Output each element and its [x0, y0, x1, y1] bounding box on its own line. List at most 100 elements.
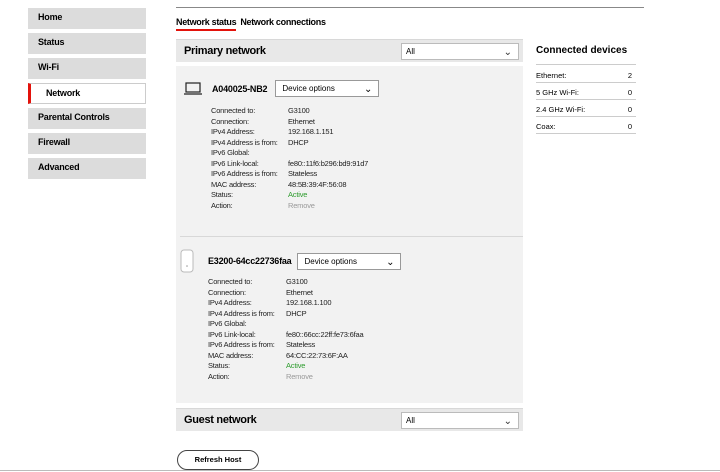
detail-value: Stateless — [286, 340, 316, 349]
detail-label: Connected to: — [208, 277, 253, 286]
connected-count-row: 2.4 GHz Wi-Fi: 0 — [536, 105, 632, 114]
device-name: E3200-64cc22736faa — [208, 256, 292, 266]
status-active: Active — [288, 190, 308, 199]
detail-label: Connection: — [208, 287, 246, 297]
guest-network-title: Guest network — [184, 414, 257, 426]
detail-label: IPv6 Link-local: — [208, 329, 256, 339]
count-label: Ethernet: — [536, 71, 567, 80]
detail-label: IPv4 Address is from: — [208, 308, 275, 318]
row-divider — [536, 116, 636, 117]
sidebar-item-advanced[interactable]: Advanced — [28, 158, 146, 179]
row-divider — [536, 82, 636, 83]
detail-label: IPv6 Global: — [211, 148, 250, 157]
device-options-select[interactable]: Device options ⌄ — [297, 252, 402, 270]
sidebar-item-network[interactable]: Network — [28, 83, 146, 104]
count-label: 5 GHz Wi-Fi: — [536, 88, 579, 97]
detail-label: Connection: — [211, 116, 249, 126]
primary-filter-value: All — [406, 47, 415, 56]
detail-label: Connected to: — [211, 106, 256, 115]
detail-value: DHCP — [286, 308, 307, 318]
device-options-label: Device options — [282, 84, 335, 93]
chevron-down-icon: ⌄ — [363, 84, 373, 95]
sidebar-item-firewall[interactable]: Firewall — [28, 133, 146, 154]
detail-row: MAC address: 48:5B:39:4F:56:08 — [211, 180, 368, 191]
count-value: 2 — [627, 71, 632, 80]
detail-row: IPv6 Global: — [208, 319, 363, 330]
detail-label: MAC address: — [208, 350, 254, 360]
primary-network-filter-select[interactable]: All ⌄ — [401, 43, 519, 60]
sidebar-nav: Home Status Wi-Fi Network Parental Contr… — [28, 8, 146, 181]
row-divider — [536, 133, 636, 134]
remove-link[interactable]: Remove — [286, 372, 313, 383]
device-options-label: Device options — [304, 256, 357, 266]
connected-devices-title: Connected devices — [536, 45, 628, 56]
laptop-icon — [184, 81, 202, 97]
detail-row: Status: Active — [208, 361, 363, 372]
detail-label: Action: — [211, 200, 233, 210]
sidebar-item-wifi[interactable]: Wi-Fi — [28, 58, 146, 79]
detail-label: IPv6 Global: — [208, 319, 247, 328]
primary-network-title: Primary network — [184, 45, 266, 57]
detail-label: IPv4 Address: — [208, 298, 252, 307]
detail-value: Ethernet — [286, 287, 313, 297]
detail-row: Connected to: G3100 — [208, 277, 363, 288]
detail-value: 192.168.1.151 — [288, 127, 334, 136]
device-name: A040025-NB2 — [212, 83, 268, 94]
connected-devices-divider — [536, 64, 636, 65]
connected-count-row: Ethernet: 2 — [536, 71, 632, 80]
guest-network-header: Guest network All ⌄ — [176, 408, 523, 431]
count-value: 0 — [627, 122, 632, 131]
detail-label: Status: — [208, 361, 230, 370]
chevron-down-icon: ⌄ — [503, 47, 512, 58]
device-header: E3200-64cc22736faa Device options ⌄ — [180, 249, 402, 273]
primary-network-header: Primary network All ⌄ — [176, 39, 523, 62]
detail-label: MAC address: — [211, 179, 257, 189]
detail-row: IPv6 Address is from: Stateless — [208, 340, 363, 351]
detail-row: IPv6 Address is from: Stateless — [211, 169, 368, 180]
sidebar-item-parental-controls[interactable]: Parental Controls — [28, 108, 146, 129]
connected-count-row: 5 GHz Wi-Fi: 0 — [536, 88, 632, 97]
device-details: Connected to: G3100 Connection: Ethernet I… — [208, 277, 364, 383]
detail-value: G3100 — [286, 277, 308, 286]
detail-row: IPv4 Address: 192.168.1.100 — [208, 298, 363, 309]
chevron-down-icon: ⌄ — [503, 416, 512, 427]
sidebar-item-home[interactable]: Home — [28, 8, 146, 29]
remove-link[interactable]: Remove — [288, 201, 315, 212]
detail-row: Status: Active — [211, 190, 368, 201]
detail-row: Connection: Ethernet — [208, 288, 363, 299]
detail-label: IPv6 Link-local: — [211, 158, 259, 168]
detail-value: G3100 — [288, 106, 310, 115]
count-value: 0 — [627, 105, 632, 114]
tab-network-status[interactable]: Network status — [176, 17, 237, 31]
device-header: A040025-NB2 Device options ⌄ — [184, 80, 380, 97]
detail-value: 48:5B:39:4F:56:08 — [288, 179, 347, 189]
guest-network-filter-select[interactable]: All ⌄ — [401, 412, 519, 429]
refresh-host-button[interactable]: Refresh Host — [177, 450, 259, 470]
detail-row: IPv4 Address is from: DHCP — [208, 309, 363, 320]
detail-row: Connection: Ethernet — [211, 117, 368, 128]
row-divider — [536, 99, 636, 100]
detail-label: IPv6 Address is from: — [211, 169, 278, 178]
detail-row: IPv4 Address: 192.168.1.151 — [211, 127, 368, 138]
detail-row: IPv6 Link-local: fe80::11f6:b296:bd9:91d7 — [211, 159, 368, 170]
detail-label: IPv6 Address is from: — [208, 340, 275, 349]
device-options-select[interactable]: Device options ⌄ — [275, 80, 380, 97]
detail-label: Action: — [208, 371, 230, 381]
guest-filter-value: All — [406, 416, 415, 425]
top-divider — [176, 7, 644, 8]
sidebar-item-status[interactable]: Status — [28, 33, 146, 54]
device-divider — [180, 236, 523, 237]
detail-row: Action: Remove — [208, 372, 363, 383]
tab-network-connections[interactable]: Network connections — [240, 17, 326, 31]
detail-row: IPv6 Link-local: fe80::66cc:22ff:fe73:6fa… — [208, 329, 364, 341]
count-label: 2.4 GHz Wi-Fi: — [536, 105, 586, 114]
detail-value: 192.168.1.100 — [286, 298, 332, 307]
tab-bar: Network status Network connections — [176, 17, 326, 31]
detail-value: fe80::66cc:22ff:fe73:6faa — [286, 329, 364, 339]
device-details: Connected to: G3100 Connection: Ethernet I… — [211, 106, 368, 211]
detail-row: IPv4 Address is from: DHCP — [211, 138, 368, 149]
count-label: Coax: — [536, 122, 556, 131]
extender-icon — [180, 249, 194, 273]
detail-value: Stateless — [288, 169, 318, 178]
detail-row: Action: Remove — [211, 201, 368, 212]
